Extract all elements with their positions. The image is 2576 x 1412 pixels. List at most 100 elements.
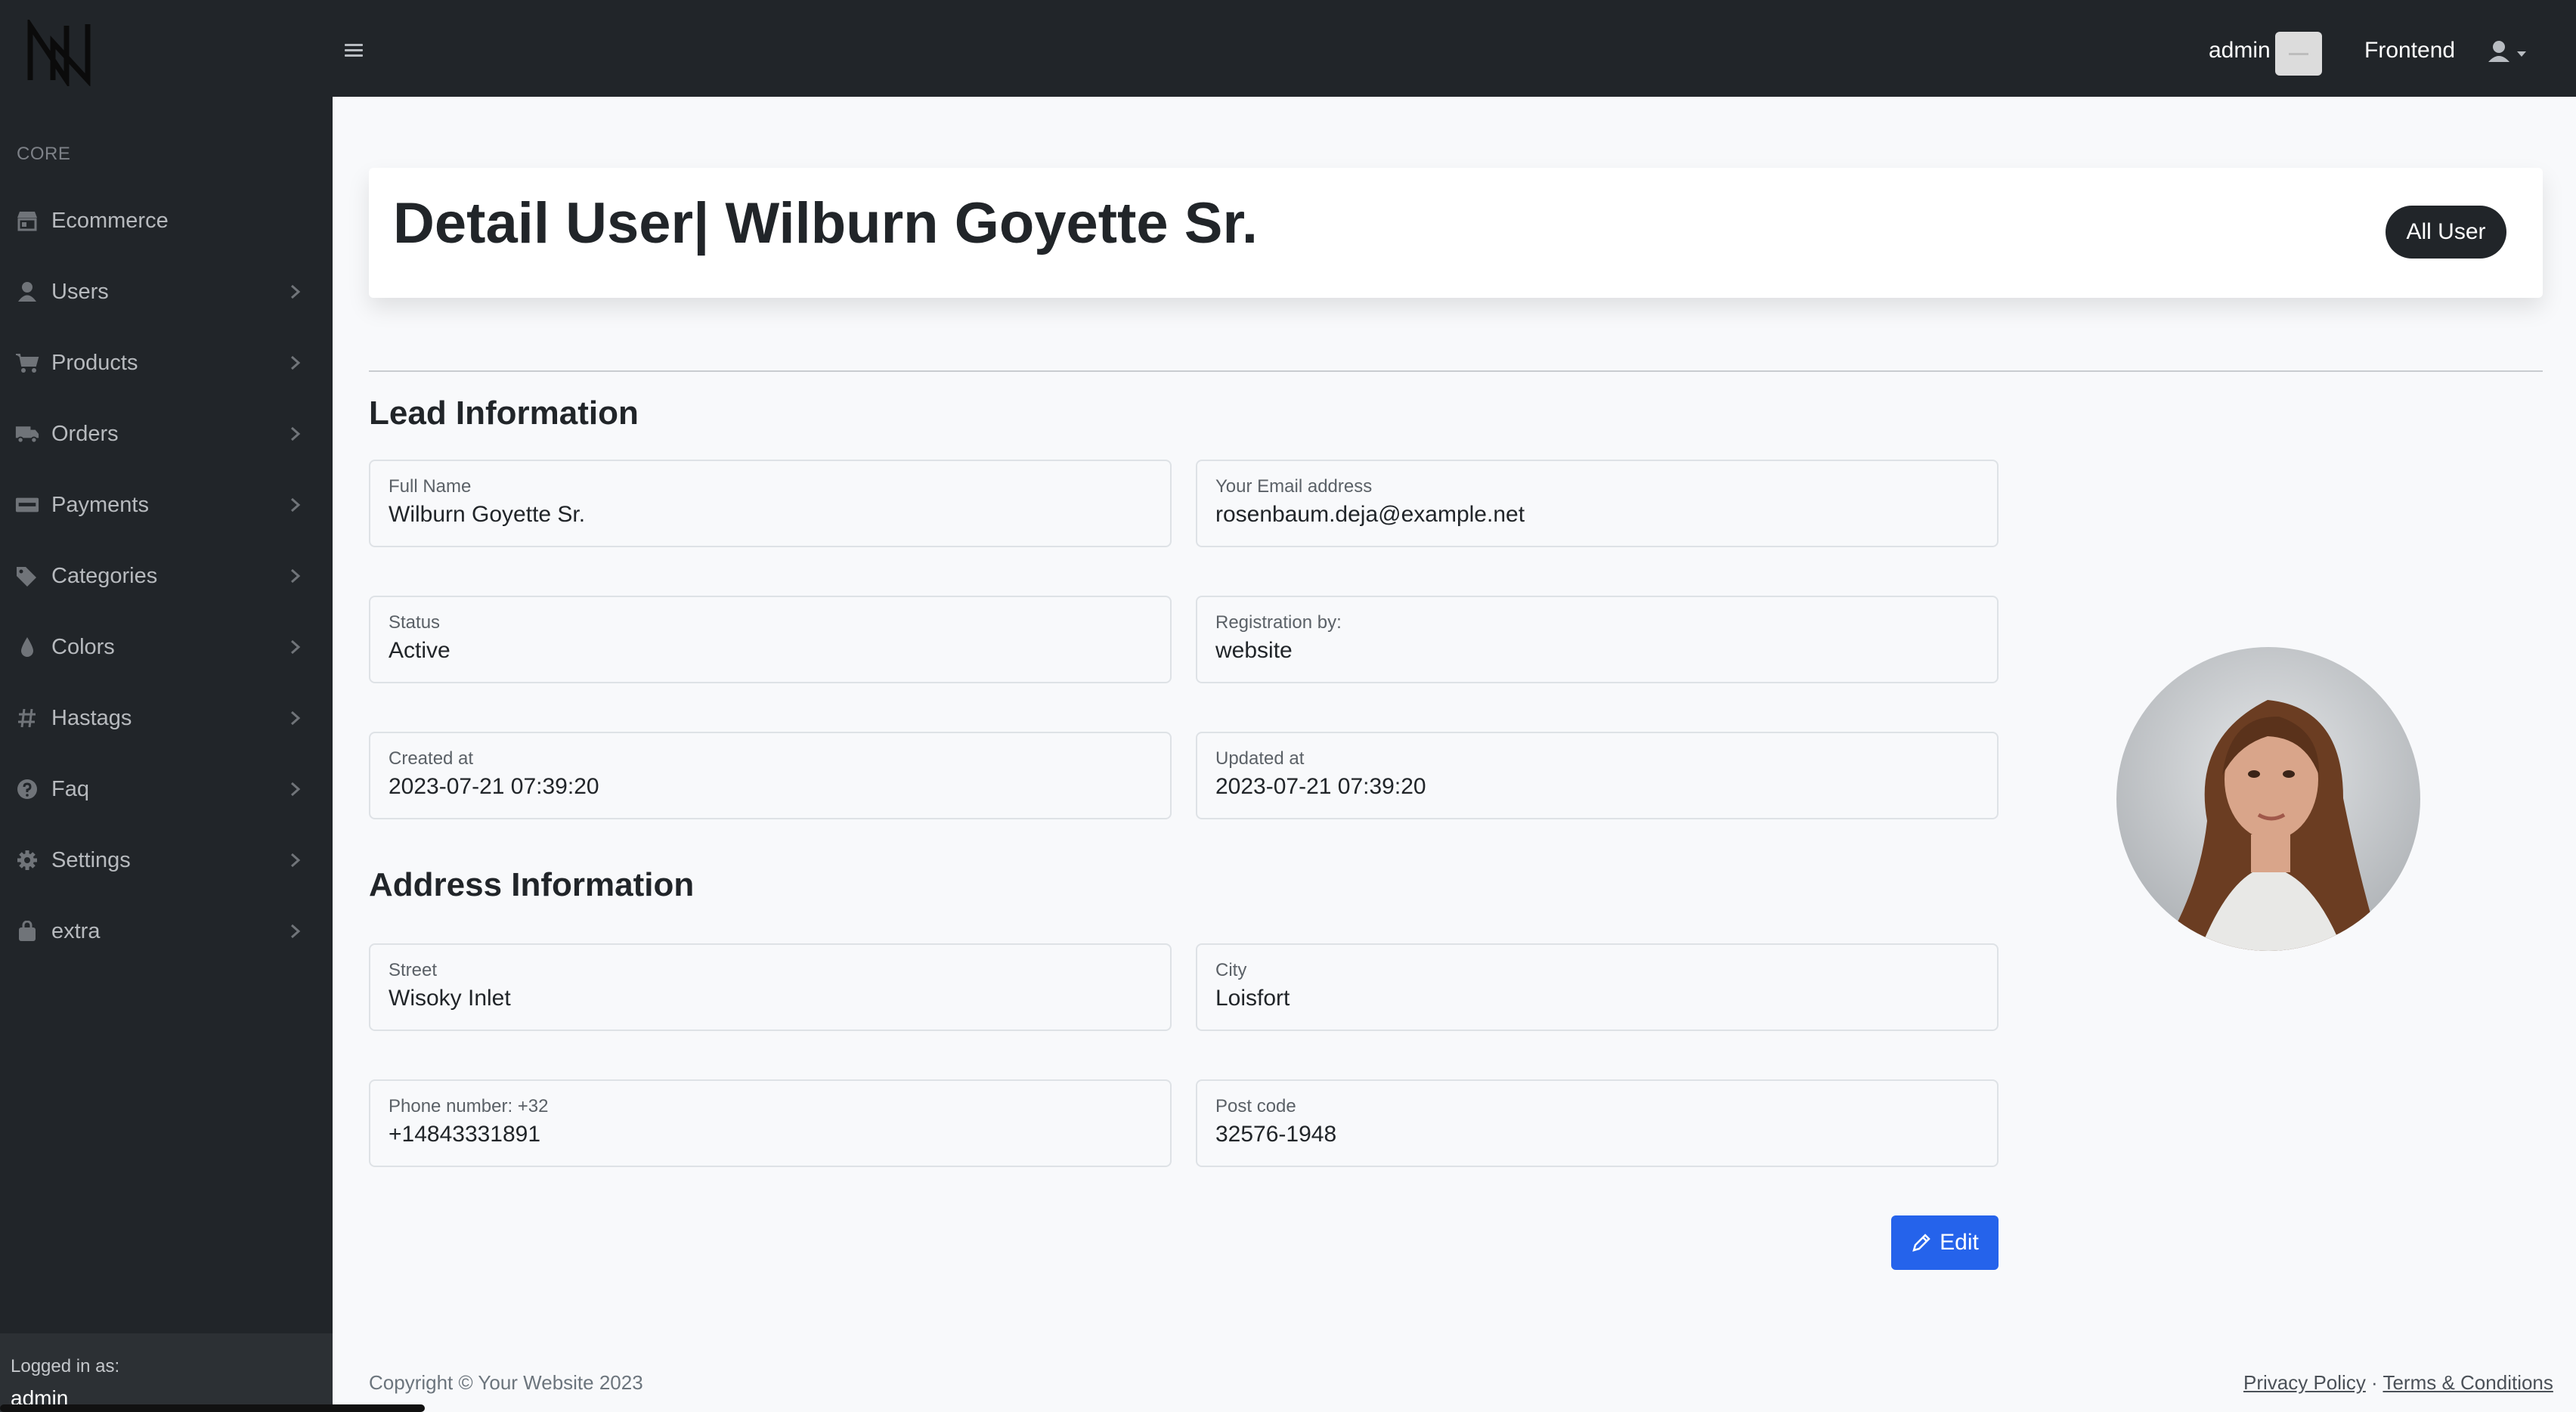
money-icon [15, 493, 39, 517]
sidebar-item-label: Hastags [51, 705, 132, 730]
user-menu-dropdown[interactable] [2487, 38, 2532, 68]
sidebar-item-label: Orders [51, 421, 119, 446]
field-label: Phone number: +32 [389, 1096, 549, 1116]
field-label: Post code [1215, 1096, 1296, 1116]
field-label: Updated at [1215, 748, 1305, 769]
field-label: Registration by: [1215, 612, 1342, 633]
city-field[interactable]: City Loisfort [1196, 943, 1999, 1031]
edit-button[interactable]: Edit [1891, 1215, 1999, 1270]
field-label: Your Email address [1215, 476, 1373, 497]
chevron-right-icon [291, 568, 301, 584]
postcode-field[interactable]: Post code 32576-1948 [1196, 1079, 1999, 1167]
field-label: City [1215, 960, 1247, 980]
sidebar-item-label: Payments [51, 492, 149, 517]
field-value: Wisoky Inlet [389, 986, 511, 1011]
sidebar-item-label: Categories [51, 563, 158, 588]
top-avatar[interactable] [2275, 32, 2322, 76]
field-value: website [1215, 638, 1293, 663]
tags-icon [15, 564, 39, 588]
sidebar-toggle-button[interactable] [345, 44, 363, 57]
chevron-right-icon [291, 426, 301, 441]
phone-field[interactable]: Phone number: +32 +14843331891 [369, 1079, 1172, 1167]
status-field[interactable]: Status Active [369, 596, 1172, 683]
field-value: +14843331891 [389, 1122, 541, 1147]
sidebar-item-label: Products [51, 350, 138, 375]
address-information-title: Address Information [369, 866, 695, 903]
sidebar-item-ecommerce[interactable]: Ecommerce [0, 198, 333, 243]
all-user-button[interactable]: All User [2386, 206, 2506, 259]
sidebar-item-hastags[interactable]: Hastags [0, 695, 333, 741]
chevron-right-icon [291, 924, 301, 939]
chevron-right-icon [291, 711, 301, 726]
full-name-field[interactable]: Full Name Wilburn Goyette Sr. [369, 460, 1172, 547]
pencil-icon [1912, 1234, 1930, 1252]
sidebar-item-users[interactable]: Users [0, 269, 333, 314]
divider [369, 370, 2543, 372]
brand-logo[interactable] [27, 20, 97, 86]
field-value: Loisfort [1215, 986, 1290, 1011]
sidebar-item-products[interactable]: Products [0, 340, 333, 386]
sidebar-item-label: Users [51, 279, 109, 304]
copyright-text: Copyright © Your Website 2023 [369, 1371, 643, 1394]
field-label: Status [389, 612, 441, 633]
top-admin-label: admin [2209, 38, 2271, 63]
chevron-right-icon [291, 497, 301, 512]
email-field[interactable]: Your Email address rosenbaum.deja@exampl… [1196, 460, 1999, 547]
chevron-right-icon [291, 782, 301, 797]
field-label: Created at [389, 748, 474, 769]
question-circle-icon [15, 777, 39, 801]
sidebar-item-label: extra [51, 918, 101, 943]
top-navbar: admin Frontend [0, 0, 2576, 97]
chevron-right-icon [291, 355, 301, 370]
chevron-right-icon [291, 284, 301, 299]
footer-separator: · [2365, 1371, 2383, 1394]
droplet-icon [15, 635, 39, 659]
user-icon [2488, 41, 2509, 62]
user-avatar-photo [2116, 647, 2420, 951]
privacy-policy-link[interactable]: Privacy Policy [2243, 1371, 2366, 1394]
store-icon [15, 209, 39, 233]
truck-icon [15, 422, 39, 446]
sidebar-item-label: Faq [51, 776, 89, 801]
sidebar-heading: CORE [17, 144, 71, 164]
field-value: Wilburn Goyette Sr. [389, 502, 586, 527]
caret-down-icon [2517, 51, 2526, 57]
sidebar-item-faq[interactable]: Faq [0, 766, 333, 812]
frontend-link[interactable]: Frontend [2364, 38, 2455, 63]
logged-in-label: Logged in as: [11, 1356, 120, 1376]
sidebar-item-colors[interactable]: Colors [0, 624, 333, 670]
sidebar-item-orders[interactable]: Orders [0, 411, 333, 457]
lead-information-title: Lead Information [369, 395, 639, 432]
hashtag-icon [15, 706, 39, 730]
updated-at-field[interactable]: Updated at 2023-07-21 07:39:20 [1196, 732, 1999, 819]
sidebar-item-categories[interactable]: Categories [0, 553, 333, 599]
footer-links: Privacy Policy · Terms & Conditions [2243, 1371, 2553, 1395]
bag-icon [15, 919, 39, 943]
field-label: Full Name [389, 476, 472, 497]
horizontal-scrollbar[interactable] [0, 1404, 425, 1412]
cart-icon [15, 351, 39, 375]
chevron-right-icon [291, 639, 301, 655]
sidebar-item-payments[interactable]: Payments [0, 482, 333, 528]
field-value: 32576-1948 [1215, 1122, 1337, 1147]
sidebar-item-label: Colors [51, 634, 115, 659]
page-title: Detail User| Wilburn Goyette Sr. [393, 191, 1258, 255]
field-label: Street [389, 960, 438, 980]
field-value: rosenbaum.deja@example.net [1215, 502, 1525, 527]
sidebar-item-settings[interactable]: Settings [0, 838, 333, 883]
sidebar-item-label: Ecommerce [51, 208, 169, 233]
field-value: 2023-07-21 07:39:20 [389, 774, 599, 799]
terms-link[interactable]: Terms & Conditions [2382, 1371, 2553, 1394]
field-value: Active [389, 638, 450, 663]
field-value: 2023-07-21 07:39:20 [1215, 774, 1426, 799]
street-field[interactable]: Street Wisoky Inlet [369, 943, 1172, 1031]
gear-icon [15, 848, 39, 872]
created-at-field[interactable]: Created at 2023-07-21 07:39:20 [369, 732, 1172, 819]
chevron-right-icon [291, 853, 301, 868]
registration-field[interactable]: Registration by: website [1196, 596, 1999, 683]
sidebar-item-label: Settings [51, 847, 131, 872]
sidebar: CORE Ecommerce Users Products Orders Pay… [0, 97, 333, 1412]
user-icon [15, 280, 39, 304]
sidebar-footer: Logged in as: admin [0, 1333, 333, 1412]
sidebar-item-extra[interactable]: extra [0, 909, 333, 954]
